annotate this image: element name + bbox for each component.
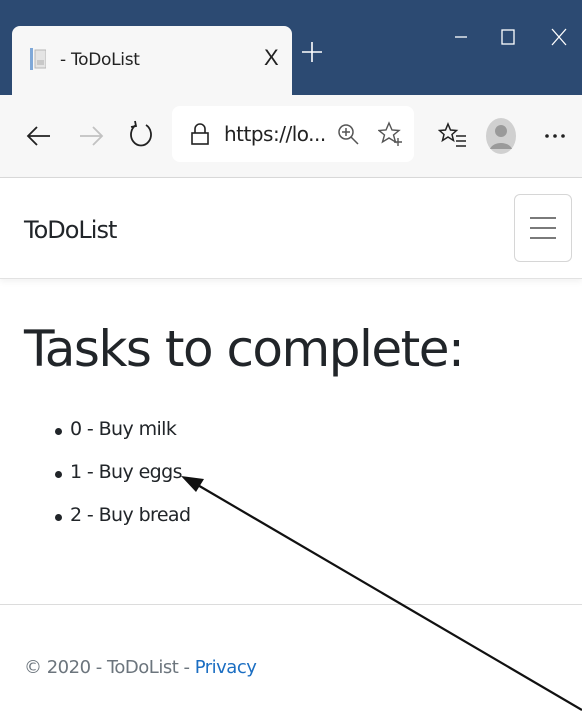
browser-tab[interactable]: - ToDoList X [12, 26, 292, 95]
task-list: 0 - Buy milk 1 - Buy eggs 2 - Buy bread [40, 418, 191, 547]
url-text[interactable]: https://lo... [224, 122, 326, 146]
privacy-link[interactable]: Privacy [195, 657, 257, 678]
maximize-button[interactable] [497, 26, 519, 48]
new-tab-button[interactable] [300, 40, 324, 64]
footer: © 2020 - ToDoList - Privacy [24, 657, 257, 678]
browser-toolbar: https://lo... [0, 95, 582, 178]
list-item: 1 - Buy eggs [40, 461, 190, 504]
task-text: 0 - Buy milk [70, 418, 177, 440]
tab-title: - ToDoList [60, 50, 140, 70]
hamburger-icon [530, 217, 556, 239]
minimize-button[interactable] [450, 26, 472, 48]
list-item: 0 - Buy milk [40, 418, 190, 461]
profile-icon[interactable] [485, 117, 517, 155]
zoom-icon[interactable] [336, 122, 360, 146]
bullet-icon [55, 471, 62, 478]
site-navbar: ToDoList [0, 178, 582, 279]
list-item: 2 - Buy bread [40, 504, 191, 547]
bullet-icon [55, 514, 62, 521]
bullet-icon [55, 428, 62, 435]
favorites-list-icon[interactable] [438, 121, 468, 151]
star-add-icon[interactable] [378, 121, 404, 147]
more-icon[interactable] [540, 121, 570, 151]
lock-icon[interactable] [190, 122, 210, 146]
task-text: 2 - Buy bread [70, 504, 191, 526]
page-favicon-icon [30, 48, 46, 70]
browser-titlebar: - ToDoList X [0, 0, 582, 95]
task-text: 1 - Buy eggs [70, 461, 183, 483]
window-close-button[interactable] [548, 26, 570, 48]
refresh-icon[interactable] [126, 119, 156, 149]
menu-toggle-button[interactable] [514, 194, 572, 262]
footer-divider [0, 604, 582, 605]
brand-link[interactable]: ToDoList [24, 216, 117, 244]
page-title: Tasks to complete: [24, 320, 465, 378]
address-bar[interactable]: https://lo... [172, 106, 414, 162]
arrow-right-icon[interactable] [76, 121, 106, 151]
tab-close-button[interactable]: X [264, 45, 279, 71]
arrow-left-icon[interactable] [24, 121, 54, 151]
footer-text: © 2020 - ToDoList - [24, 657, 195, 678]
